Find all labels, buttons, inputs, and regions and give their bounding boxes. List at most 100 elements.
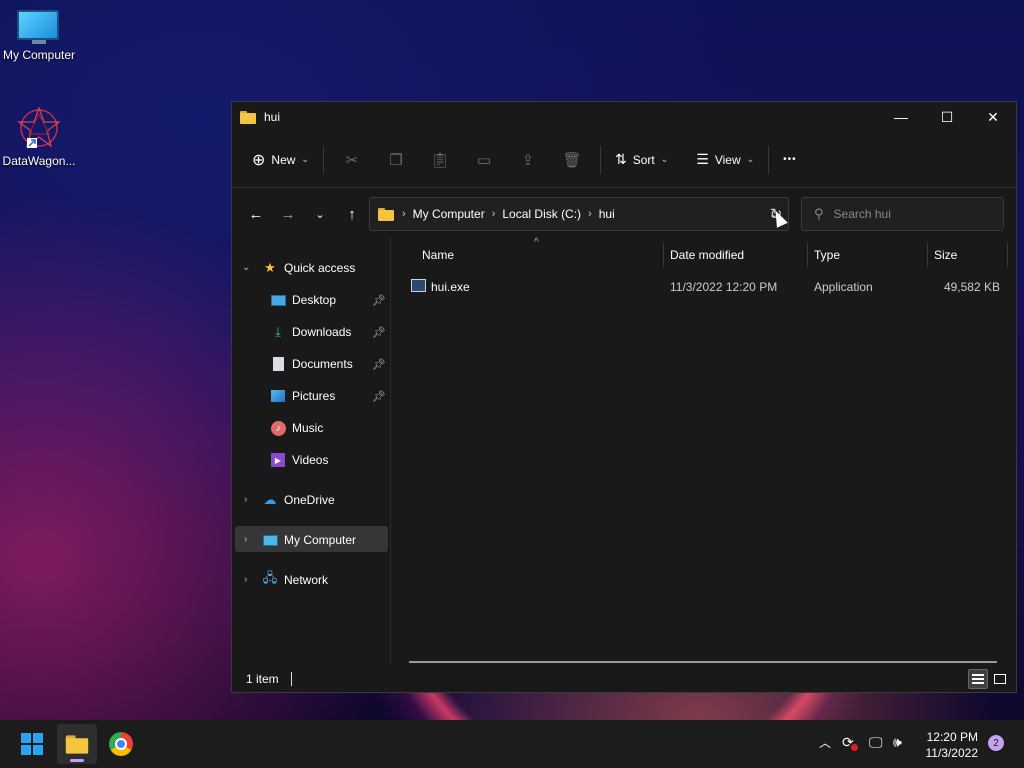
taskbar-file-explorer[interactable] [57,724,97,764]
breadcrumb-my-computer[interactable]: My Computer [413,207,485,221]
music-icon: ♪ [270,420,286,436]
chevron-right-icon[interactable]: › [244,574,247,585]
sidebar-item-pictures[interactable]: Pictures 📌︎ [270,383,390,409]
chevron-right-icon[interactable]: › [244,494,247,505]
details-view-icon[interactable] [968,669,988,689]
delete-icon[interactable]: 🗑︎ [550,144,594,176]
sort-icon: ⇅ [614,151,627,167]
chevron-up-icon[interactable]: ︿ [819,734,831,751]
column-header-type[interactable]: Type [814,239,926,271]
downloads-icon: ⤓ [275,324,281,339]
new-button[interactable]: ⊕ New ⌄ [244,144,317,176]
up-arrow-icon[interactable]: ↑ [336,198,368,230]
monitor-icon [17,10,61,44]
chevron-right-icon: › [588,208,592,220]
chevron-right-icon: › [491,208,496,220]
sidebar-item-videos[interactable]: ▶ Videos [270,447,328,473]
close-button[interactable]: ✕ [970,102,1016,132]
sidebar-item-label: Network [284,573,329,587]
sidebar-item-onedrive[interactable]: ☁ OneDrive [262,487,335,513]
sidebar-item-documents[interactable]: Documents 📌︎ [270,351,390,377]
folder-icon [240,110,256,124]
column-header-name[interactable]: Name [422,239,662,271]
view-button[interactable]: ☰ View ⌄ [688,144,762,176]
sidebar-item-label: OneDrive [284,493,335,507]
datawagon-icon [15,106,63,150]
chevron-down-icon: ⌄ [746,154,755,164]
alert-dot-icon [851,744,858,751]
back-arrow-icon[interactable]: ← [240,198,272,230]
sort-button[interactable]: ⇅ Sort ⌄ [607,144,676,176]
desktop-icon-label: DataWagon... [2,154,76,168]
clock-time: 12:20 PM [926,730,978,744]
folder-icon [378,207,394,221]
sidebar-item-downloads[interactable]: ⤓ Downloads 📌︎ [270,319,390,345]
search-icon: ⚲ [814,206,824,221]
chevron-right-icon[interactable]: › [244,534,247,545]
sidebar-item-label: Videos [292,453,329,467]
folder-icon [65,734,89,754]
more-options-button[interactable]: ••• [775,144,805,176]
sidebar-item-label: Desktop [292,293,337,307]
title-bar[interactable]: hui — ☐ ✕ [232,102,1016,132]
notification-badge[interactable]: 2 [988,735,1004,751]
breadcrumb-local-disk[interactable]: Local Disk (C:) [502,207,581,221]
cloud-icon: ☁ [263,492,277,507]
sidebar-item-desktop[interactable]: Desktop 📌︎ [270,287,390,313]
network-monitor-icon[interactable]: 🖵︎ [869,734,883,751]
sort-label: Sort [632,152,655,167]
documents-icon [270,356,286,372]
recent-locations-chevron-icon[interactable]: ⌄ [304,198,336,230]
forward-arrow-icon[interactable]: → [272,198,304,230]
windows-logo-icon [21,733,43,755]
maximize-button[interactable]: ☐ [924,102,970,132]
horizontal-scrollbar[interactable] [409,661,997,663]
desktop-icon [270,292,286,308]
volume-icon[interactable]: 🕪︎ [893,734,902,751]
file-type: Application [814,280,873,294]
file-name: hui.exe [431,280,470,294]
large-icons-view-icon[interactable] [990,669,1010,689]
rename-icon[interactable]: ▭ [462,144,506,176]
sidebar-item-network[interactable]: 🖧︎ Network [262,567,328,593]
chevron-right-icon: › [402,208,406,220]
column-header-size[interactable]: Size [934,239,1004,271]
system-clock[interactable]: 12:20 PM 11/3/2022 [918,729,979,761]
file-size: 49,582 KB [943,280,1000,294]
file-date-modified: 11/3/2022 12:20 PM [670,280,778,294]
breadcrumb-hui[interactable]: hui [599,207,615,221]
share-icon[interactable]: ⇪ [506,144,550,176]
cut-icon[interactable]: ✂ [330,144,374,176]
minimize-button[interactable]: — [878,102,924,132]
sidebar-item-music[interactable]: ♪ Music [270,415,323,441]
pin-icon: 📌︎ [372,326,386,339]
desktop-icon-datawagon[interactable]: DataWagon... [0,106,79,168]
column-header-date-modified[interactable]: Date modified [670,239,806,271]
sidebar-item-label: Music [292,421,324,435]
clock-date: 11/3/2022 [925,746,979,760]
start-button[interactable] [12,724,52,764]
file-explorer-window: hui — ☐ ✕ ⊕ New ⌄ ✂ ❐ 📋︎ ▭ ⇪ 🗑︎ ⇅ Sort ⌄… [231,101,1017,693]
network-icon: 🖧︎ [262,570,278,585]
table-row[interactable]: hui.exe 11/3/2022 12:20 PM Application 4… [406,275,1006,299]
desktop-icon-label: My Computer [2,48,76,62]
pin-icon: 📌︎ [372,358,386,371]
sidebar-item-label: Documents [292,357,353,371]
sidebar-item-my-computer[interactable]: My Computer [262,527,356,553]
file-list: ^ Name Date modified Type Size hui.exe 1… [392,237,1016,664]
taskbar-chrome[interactable] [101,724,141,764]
desktop-icon-my-computer[interactable]: My Computer [0,10,79,62]
chevron-down-icon[interactable]: ⌄ [242,262,250,273]
search-box[interactable]: ⚲ Search hui [801,197,1004,231]
chevron-down-icon: ⌄ [301,154,309,164]
monitor-icon [262,532,278,548]
pin-icon: 📌︎ [372,390,386,403]
videos-icon: ▶ [270,452,286,468]
paste-icon[interactable]: 📋︎ [418,144,462,176]
copy-icon[interactable]: ❐ [374,144,418,176]
address-bar[interactable]: › My Computer › Local Disk (C:) › hui ⌄ [369,197,789,231]
status-bar: 1 item [232,666,1016,692]
navigation-pane: ⌄ ★ Quick access Desktop 📌︎ ⤓ Downloads … [232,239,391,664]
pin-icon: 📌︎ [372,294,386,307]
sidebar-item-quick-access[interactable]: ★ Quick access [262,255,355,281]
